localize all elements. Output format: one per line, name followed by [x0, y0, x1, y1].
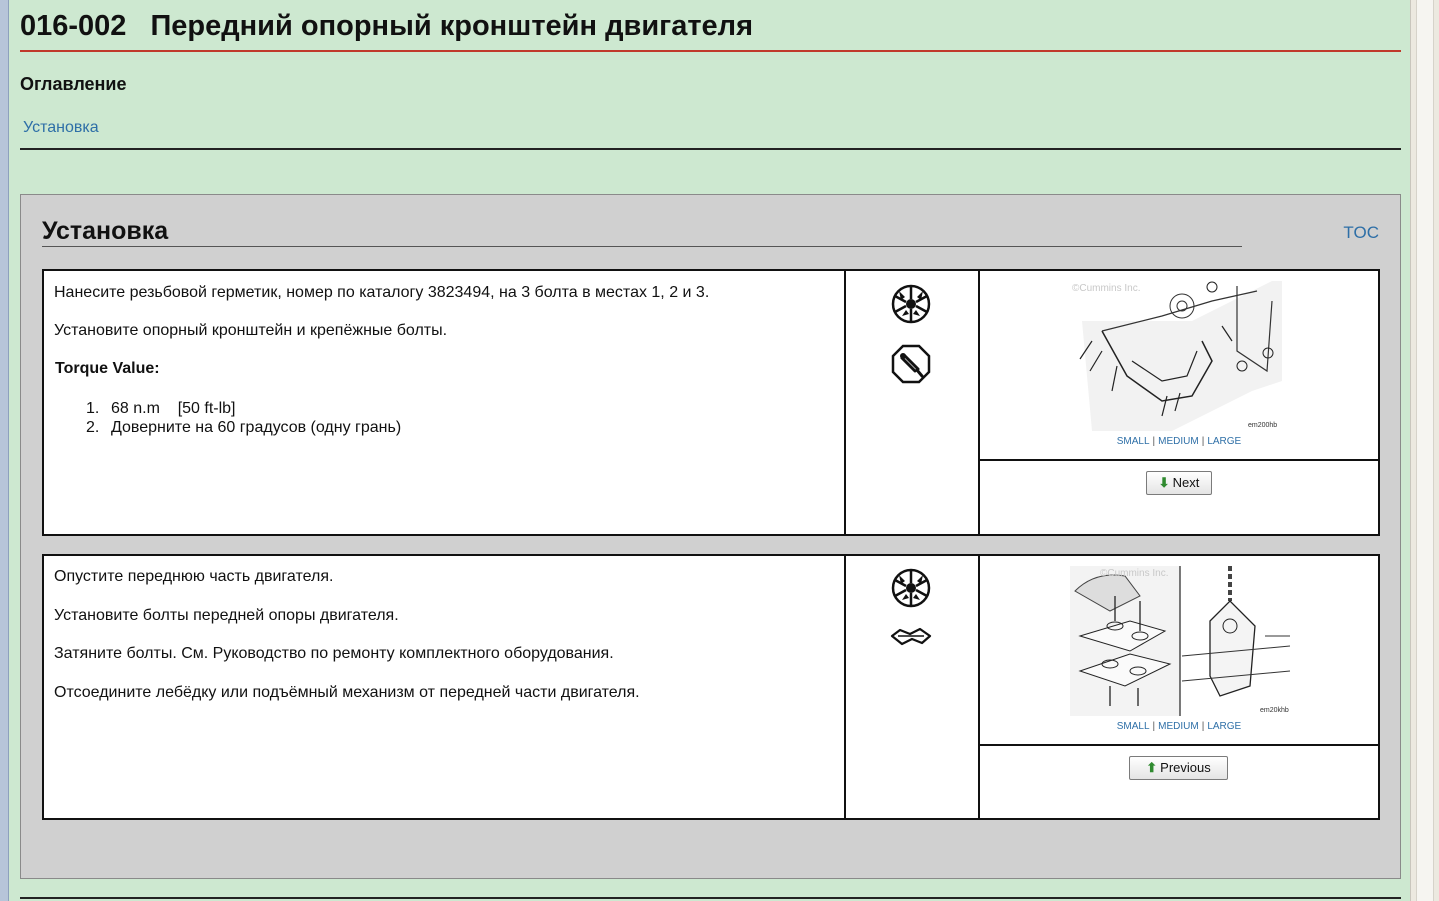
- figure-code: em20khb: [1260, 707, 1289, 714]
- figure-size-links: SMALL | MEDIUM | LARGE: [1116, 721, 1242, 732]
- figure-copyright: ©Cummins Inc.: [1072, 283, 1141, 294]
- torque-item: 2. Доверните на 60 градусов (одну грань): [86, 419, 402, 436]
- figure-code: em200hb: [1248, 422, 1277, 429]
- figure-image: ©Cummins Inc. em200hb SMALL | MEDIUM | LARGE: [980, 271, 1378, 461]
- torque-list: 1. 68 n.m [50 ft-lb] 2. Доверните на 60 гр…: [86, 400, 401, 438]
- step-2-text: Опустите переднюю часть двигателя. Устан…: [44, 556, 846, 818]
- scrollbar-thumb[interactable]: [1416, 0, 1434, 901]
- instruction-text: Нанесите резьбовой герметик, номер по ка…: [54, 284, 710, 301]
- instruction-text: Опустите переднюю часть двигателя.: [54, 568, 334, 585]
- toc-link-installation[interactable]: Установка: [23, 119, 99, 137]
- step-1-text: Нанесите резьбовой герметик, номер по ка…: [44, 271, 846, 534]
- previous-button[interactable]: ⬆ Previous: [1129, 756, 1228, 780]
- arrow-down-icon: ⬇: [1158, 475, 1170, 490]
- parts-wheel-icon: [891, 284, 931, 324]
- instruction-text: Установите болты передней опоры двигател…: [54, 607, 399, 624]
- size-large-link[interactable]: LARGE: [1207, 721, 1241, 732]
- step-1: Нанесите резьбовой герметик, номер по ка…: [42, 269, 1380, 536]
- step-2: Опустите переднюю часть двигателя. Устан…: [42, 554, 1380, 820]
- step-2-icons: [846, 556, 980, 818]
- toc-divider: [20, 148, 1401, 150]
- instruction-text: Затяните болты. См. Руководство по ремон…: [54, 645, 614, 662]
- mount-illustration: ©Cummins Inc. em20khb: [1070, 566, 1292, 716]
- size-small-link[interactable]: SMALL: [1117, 721, 1150, 732]
- window-frame-left: [0, 0, 9, 901]
- torque-item: 1. 68 n.m [50 ft-lb]: [86, 400, 236, 417]
- figure-size-links: SMALL | MEDIUM | LARGE: [1116, 436, 1242, 447]
- step-1-figure: ©Cummins Inc. em200hb SMALL | MEDIUM | LARGE…: [980, 271, 1378, 534]
- arrow-up-icon: ⬆: [1146, 760, 1158, 775]
- bottom-divider: [20, 897, 1401, 899]
- step-1-icons: [846, 271, 980, 534]
- title-divider: [20, 50, 1401, 52]
- parts-wheel-icon: [891, 568, 931, 608]
- bracket-illustration: ©Cummins Inc. em200hb: [1072, 281, 1282, 431]
- size-medium-link[interactable]: MEDIUM: [1158, 436, 1199, 447]
- installation-section: Установка TOC Нанесите резьбовой гермети…: [20, 194, 1401, 879]
- document-title: Передний опорный кронштейн двигателя: [150, 10, 754, 42]
- size-small-link[interactable]: SMALL: [1117, 436, 1150, 447]
- next-button[interactable]: ⬇ Next: [1146, 471, 1212, 495]
- torque-label: Torque Value:: [55, 360, 160, 377]
- size-medium-link[interactable]: MEDIUM: [1158, 721, 1199, 732]
- instruction-text: Отсоедините лебёдку или подъёмный механи…: [54, 684, 640, 701]
- wrench-icon: [890, 627, 932, 646]
- page-title: 016-002 Передний опорный кронштейн двигат…: [20, 10, 753, 43]
- step-2-figure: ©Cummins Inc. em20khb SMALL | MEDIUM | LARGE…: [980, 556, 1378, 818]
- vertical-scrollbar[interactable]: [1410, 0, 1439, 901]
- figure-copyright: ©Cummins Inc.: [1100, 568, 1169, 579]
- size-large-link[interactable]: LARGE: [1207, 436, 1241, 447]
- section-divider: [42, 246, 1242, 247]
- instruction-text: Установите опорный кронштейн и крепёжные…: [54, 322, 448, 339]
- figure-image: ©Cummins Inc. em20khb SMALL | MEDIUM | LARGE: [980, 556, 1378, 746]
- document-number: 016-002: [20, 10, 127, 42]
- section-title: Установка: [42, 217, 169, 245]
- sealant-tool-icon: [891, 344, 931, 384]
- toc-link[interactable]: TOC: [1343, 223, 1379, 243]
- toc-heading: Оглавление: [20, 74, 127, 94]
